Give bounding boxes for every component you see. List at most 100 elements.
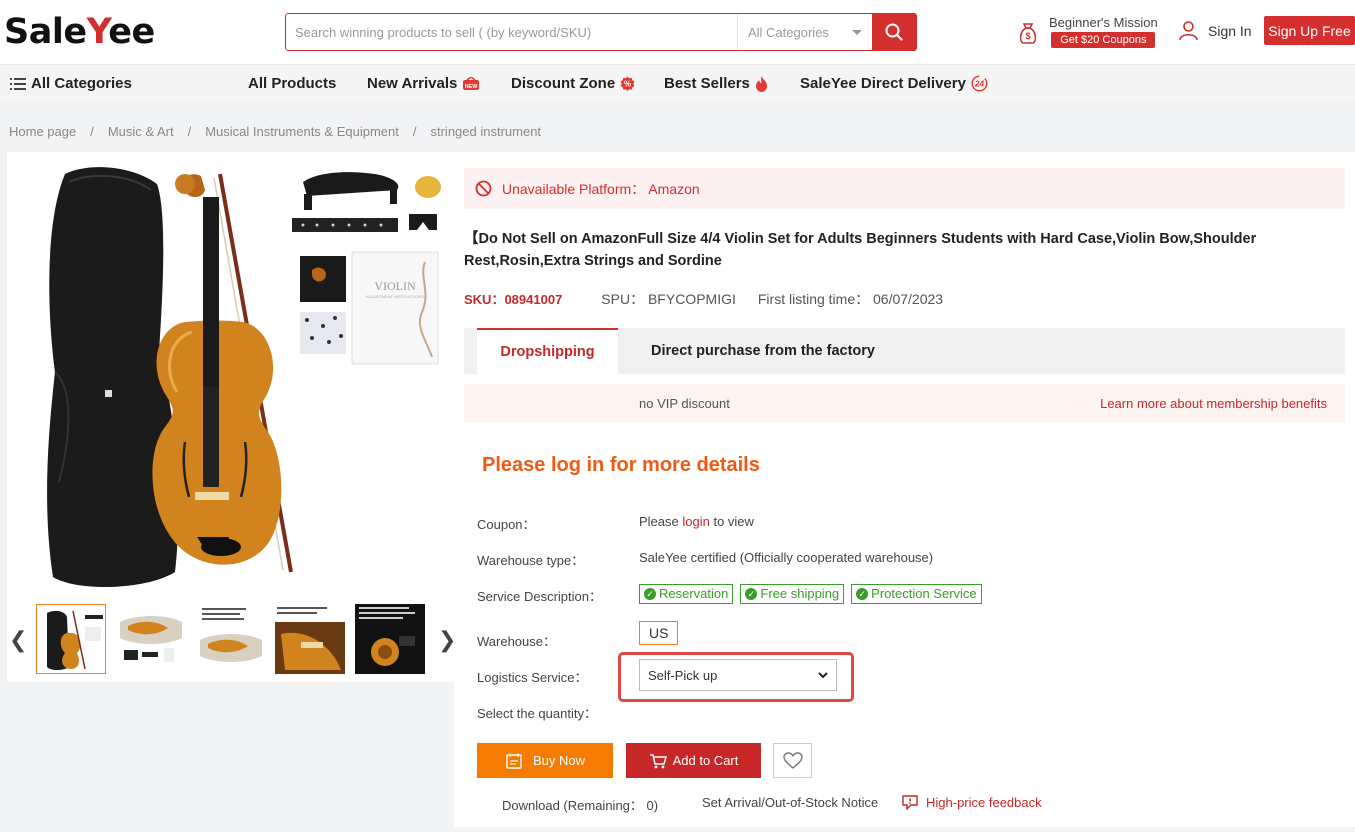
chevron-down-icon [852,29,862,35]
tab-direct-purchase[interactable]: Direct purchase from the factory [628,328,898,374]
prohibited-icon [475,180,492,197]
high-price-feedback-label: High-price feedback [926,795,1042,810]
chevron-left-icon[interactable]: ❮ [9,627,27,653]
category-select-label: All Categories [748,24,829,40]
nav-item-direct-delivery[interactable]: SaleYee Direct Delivery 24 [800,75,988,92]
breadcrumb-separator: / [187,124,192,139]
first-listing-time: First listing time： 06/07/2023 [757,291,944,307]
vip-discount-label: no VIP discount [639,396,730,411]
breadcrumb-item[interactable]: Home page [9,124,76,139]
svg-text:NEW: NEW [465,84,479,90]
money-bag-icon: $ [1019,23,1037,44]
nav-label: New Arrivals [367,75,458,92]
service-tag: ✓ Free shipping [740,584,845,604]
coupon-value: Please login to view [639,514,754,529]
purchase-tabs: Dropshipping Direct purchase from the fa… [464,328,1345,374]
unavailable-platform-notice: Unavailable Platform： Amazon [464,168,1345,209]
warehouse-options: US [639,621,679,645]
svg-text:%: % [624,80,631,89]
breadcrumb-separator: / [90,124,94,139]
buy-now-button[interactable]: Buy Now [477,743,613,778]
high-price-feedback-link[interactable]: High-price feedback [902,795,1042,810]
breadcrumb-item[interactable]: Musical Instruments & Equipment [205,124,399,139]
thumbnail-5[interactable] [355,604,425,674]
warehouse-label: Warehouse： [477,634,556,649]
add-to-cart-button[interactable]: Add to Cart [626,743,761,778]
menu-icon [10,77,26,90]
nav-item-new-arrivals[interactable]: New Arrivals NEW [367,75,480,92]
beginner-mission[interactable]: $ Beginner's Mission Get $20 Coupons [1017,14,1158,48]
main-nav: All Categories All Products New Arrivals… [0,64,1355,101]
violin-set-illustration: VIOLIN ADJUSTMENT INSTRUCTIONS [7,152,454,599]
all-categories-menu[interactable]: All Categories [10,75,132,92]
warehouse-option-us[interactable]: US [639,621,679,645]
header: SaleYee All Categories $ Beginner's Miss… [0,0,1355,64]
breadcrumb: Home page / Music & Art / Musical Instrume… [9,124,541,139]
search-bar: All Categories [285,13,917,51]
thumbnail-2[interactable] [116,604,186,674]
thumbnail-strip: ❮ ❯ [7,599,456,682]
service-tag: ✓ Reservation [639,584,734,604]
spu: SPU： BFYCOPMIGI [601,291,736,307]
breadcrumb-separator: / [412,124,417,139]
product-title: 【Do Not Sell on AmazonFull Size 4/4 Viol… [464,231,1257,269]
nav-label: All Products [248,75,337,92]
tab-dropshipping[interactable]: Dropshipping [477,328,618,374]
breadcrumb-item[interactable]: stringed instrument [430,124,541,139]
nav-label: Discount Zone [511,75,616,92]
login-link[interactable]: login [682,514,709,529]
svg-text:ADJUSTMENT INSTRUCTIONS: ADJUSTMENT INSTRUCTIONS [366,294,424,299]
login-prompt: Please log in for more details [482,454,760,476]
sign-in-link[interactable]: Sign In [1178,20,1252,41]
favorite-button[interactable] [773,743,812,778]
coupon-badge[interactable]: Get $20 Coupons [1051,32,1156,48]
product-gallery: VIOLIN ADJUSTMENT INSTRUCTIONS ❮ ❯ [7,152,456,682]
search-input[interactable] [286,14,737,50]
new-badge-icon: NEW [463,76,480,90]
nav-item-discount-zone[interactable]: Discount Zone % [511,75,635,92]
delivery-24-icon: 24 [971,75,988,92]
check-circle-icon: ✓ [745,588,758,600]
nav-item-best-sellers[interactable]: Best Sellers [664,75,768,92]
product-info: Unavailable Platform： Amazon 【Do Not Sel… [454,152,1355,827]
logistics-selected-value: Self-Pick up [648,667,718,683]
all-categories-label: All Categories [31,75,132,92]
check-circle-icon: ✓ [644,588,656,600]
download-link[interactable]: Download (Remaining： 0) [502,795,658,814]
thumbnail-4[interactable] [275,604,345,674]
logistics-service-select[interactable]: Self-Pick up [639,659,837,691]
coupon-label: Coupon： [477,517,536,532]
svg-text:$: $ [1025,31,1030,41]
search-button[interactable] [872,14,916,50]
stock-notice-link[interactable]: Set Arrival/Out-of-Stock Notice [702,795,878,810]
nav-label: SaleYee Direct Delivery [800,75,966,92]
chevron-down-icon [818,671,828,678]
warehouse-type-value: SaleYee certified (Officially cooperated… [639,550,934,565]
membership-benefits-link[interactable]: Learn more about membership benefits [1100,396,1327,411]
nav-item-all-products[interactable]: All Products [248,75,336,92]
logistics-service-label: Logistics Service： [477,670,588,685]
check-circle-icon: ✓ [856,588,869,600]
search-icon [885,23,903,41]
order-icon [506,753,522,769]
quantity-label: Select the quantity： [477,706,597,721]
sku: SKU：08941007 [464,292,563,307]
add-to-cart-label: Add to Cart [672,753,739,768]
service-tags: ✓ Reservation ✓ Free shipping ✓ Protection Se… [639,584,989,604]
svg-text:24: 24 [974,80,984,89]
sign-up-button[interactable]: Sign Up Free [1264,16,1355,45]
thumbnail-1[interactable] [36,604,106,674]
service-description-label: Service Description： [477,589,602,604]
unavailable-platform-text: Unavailable Platform： Amazon [502,180,700,197]
heart-icon [782,751,803,769]
breadcrumb-item[interactable]: Music & Art [108,124,174,139]
svg-text:VIOLIN: VIOLIN [374,279,416,293]
thumbnail-3[interactable] [196,604,266,674]
cart-icon [649,753,667,768]
main-product-image[interactable]: VIOLIN ADJUSTMENT INSTRUCTIONS [7,152,454,599]
vip-discount-bar: no VIP discount Learn more about members… [464,384,1345,422]
service-tag: ✓ Protection Service [851,584,982,604]
sign-in-label: Sign In [1208,22,1252,39]
category-select[interactable]: All Categories [737,14,872,50]
logo[interactable]: SaleYee [4,12,155,52]
